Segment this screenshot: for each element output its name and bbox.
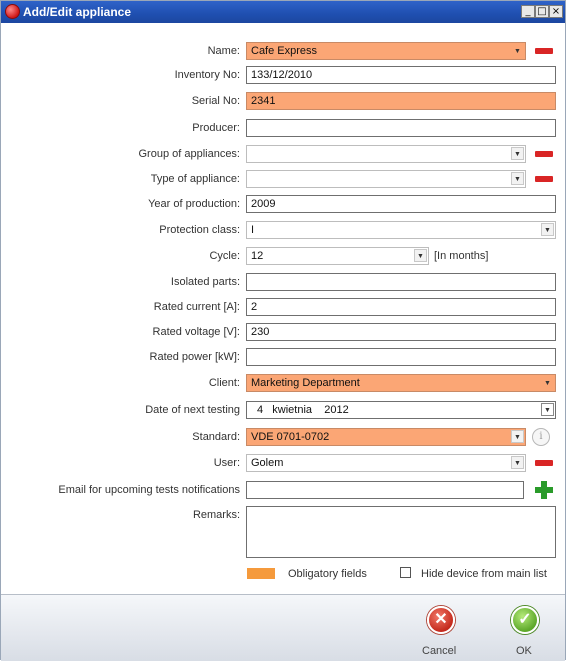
client-row: Client: Marketing Department ▼ [1, 374, 566, 392]
year-input[interactable]: 2009 [246, 195, 556, 213]
power-label: Rated power [kW]: [149, 351, 240, 363]
maximize-button[interactable]: □ [535, 5, 549, 18]
next-test-year: 2012 [324, 404, 349, 416]
email-row: Email for upcoming tests notifications [1, 481, 566, 499]
type-label: Type of appliance: [150, 173, 240, 185]
check-icon[interactable]: ✓ [511, 606, 539, 634]
type-row: Type of appliance: ▼ [1, 170, 566, 188]
producer-input[interactable] [246, 119, 556, 137]
chevron-down-icon[interactable]: ▼ [541, 223, 554, 236]
year-label: Year of production: [148, 198, 240, 210]
client-label: Client: [208, 377, 240, 389]
serial-row: Serial No: 2341 [1, 92, 566, 110]
group-row: Group of appliances: ▼ [1, 145, 566, 163]
standard-row: Standard: VDE 0701-0702 ▼ i [1, 428, 566, 446]
cycle-row: Cycle: 12 ▼ [In months] [1, 247, 566, 265]
year-row: Year of production: 2009 [1, 195, 566, 213]
name-label: Name: [207, 45, 240, 57]
close-button[interactable]: × [549, 5, 563, 18]
next-test-row: Date of next testing 4 kwietnia 2012 ▼ [1, 401, 566, 419]
protection-row: Protection class: I ▼ [1, 221, 566, 239]
next-test-date-picker[interactable]: 4 kwietnia 2012 [246, 401, 556, 419]
next-test-month: kwietnia [272, 404, 313, 416]
appliance-dialog: Add/Edit appliance _ □ × Name: Cafe Expr… [0, 0, 566, 661]
hide-device-checkbox[interactable] [400, 567, 411, 578]
standard-combo[interactable]: VDE 0701-0702 [246, 428, 526, 446]
user-label: User: [213, 457, 240, 469]
next-test-day: 4 [257, 404, 264, 416]
group-combo[interactable] [246, 145, 526, 163]
isolated-label: Isolated parts: [170, 276, 240, 288]
chevron-down-icon[interactable]: ▼ [541, 376, 554, 389]
cycle-combo[interactable]: 12 [246, 247, 429, 265]
producer-label: Producer: [192, 122, 240, 134]
inventory-row: Inventory No: 133/12/2010 [1, 66, 566, 84]
chevron-down-icon[interactable]: ▼ [511, 430, 524, 443]
protection-label: Protection class: [159, 224, 240, 236]
obligatory-color-swatch [247, 568, 275, 579]
cycle-unit: [In months] [434, 250, 489, 262]
chevron-down-icon[interactable]: ▼ [511, 147, 524, 160]
chevron-down-icon[interactable]: ▼ [414, 249, 427, 262]
cancel-button[interactable]: Cancel [422, 645, 456, 657]
name-combo[interactable]: Cafe Express [246, 42, 526, 60]
button-bar: ✕ Cancel ✓ OK [1, 594, 565, 661]
minus-icon[interactable] [535, 460, 553, 466]
chevron-down-icon[interactable]: ▼ [511, 44, 524, 57]
user-row: User: Golem ▼ [1, 454, 566, 472]
name-row: Name: Cafe Express ▼ [1, 42, 566, 60]
email-label: Email for upcoming tests notifications [58, 484, 240, 496]
group-label: Group of appliances: [138, 148, 240, 160]
current-input[interactable]: 2 [246, 298, 556, 316]
next-test-label: Date of next testing [145, 404, 240, 416]
protection-combo[interactable]: I [246, 221, 556, 239]
power-input[interactable] [246, 348, 556, 366]
type-combo[interactable] [246, 170, 526, 188]
email-input[interactable] [246, 481, 524, 499]
minus-icon[interactable] [535, 48, 553, 54]
standard-label: Standard: [192, 431, 240, 443]
calendar-dropdown-icon[interactable]: ▼ [541, 403, 554, 416]
plus-icon[interactable] [534, 480, 554, 500]
cycle-label: Cycle: [209, 250, 240, 262]
chevron-down-icon[interactable]: ▼ [511, 456, 524, 469]
voltage-input[interactable]: 230 [246, 323, 556, 341]
remarks-label: Remarks: [192, 509, 240, 521]
current-row: Rated current [A]: 2 [1, 298, 566, 316]
obligatory-fields-label: Obligatory fields [288, 568, 367, 580]
power-row: Rated power [kW]: [1, 348, 566, 366]
info-icon[interactable]: i [532, 428, 550, 446]
client-combo[interactable]: Marketing Department [246, 374, 556, 392]
producer-row: Producer: [1, 119, 566, 137]
voltage-label: Rated voltage [V]: [152, 326, 240, 338]
isolated-input[interactable] [246, 273, 556, 291]
app-icon [5, 4, 20, 19]
user-combo[interactable]: Golem [246, 454, 526, 472]
serial-label: Serial No: [191, 95, 240, 107]
current-label: Rated current [A]: [153, 301, 240, 313]
serial-input[interactable]: 2341 [246, 92, 556, 110]
title-bar[interactable]: Add/Edit appliance _ □ × [1, 1, 565, 23]
hide-device-label[interactable]: Hide device from main list [421, 568, 547, 580]
minimize-button[interactable]: _ [521, 5, 535, 18]
ok-button[interactable]: OK [516, 645, 532, 657]
voltage-row: Rated voltage [V]: 230 [1, 323, 566, 341]
chevron-down-icon[interactable]: ▼ [511, 172, 524, 185]
cancel-icon[interactable]: ✕ [427, 606, 455, 634]
minus-icon[interactable] [535, 176, 553, 182]
window-title: Add/Edit appliance [23, 5, 132, 19]
inventory-label: Inventory No: [174, 69, 240, 81]
minus-icon[interactable] [535, 151, 553, 157]
remarks-textarea[interactable] [246, 506, 556, 558]
isolated-row: Isolated parts: [1, 273, 566, 291]
inventory-input[interactable]: 133/12/2010 [246, 66, 556, 84]
